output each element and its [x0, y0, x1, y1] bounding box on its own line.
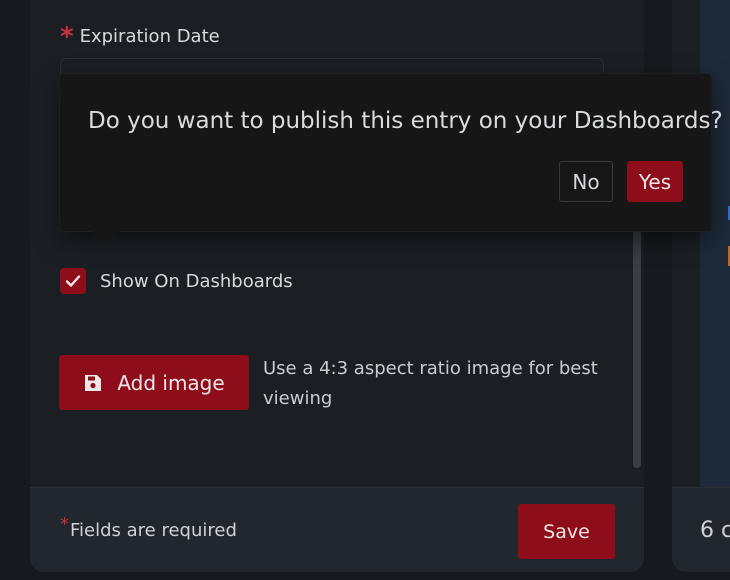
show-on-dashboards-checkbox[interactable]: [60, 268, 86, 294]
popover-arrow: [91, 231, 119, 244]
save-button[interactable]: Save: [518, 504, 615, 559]
expiration-date-label: Expiration Date: [79, 26, 220, 47]
show-on-dashboards-row[interactable]: Show On Dashboards: [60, 268, 293, 294]
add-image-button[interactable]: Add image: [59, 355, 249, 410]
form-scrollbar[interactable]: [633, 210, 641, 468]
asterisk-icon: *: [60, 514, 69, 535]
publish-confirm-message: Do you want to publish this entry on you…: [88, 108, 723, 134]
check-icon: [65, 275, 81, 287]
yes-button[interactable]: Yes: [627, 161, 683, 202]
form-footer: *Fields are required Save: [30, 487, 644, 572]
floppy-disk-icon: [85, 374, 102, 391]
adjacent-footer-text: 6 c: [700, 518, 730, 543]
required-fields-text: Fields are required: [70, 520, 237, 541]
image-hint-text: Use a 4:3 aspect ratio image for best vi…: [263, 358, 598, 409]
required-fields-note: *Fields are required: [60, 514, 237, 541]
publish-confirm-popover: Do you want to publish this entry on you…: [60, 74, 723, 244]
expiration-date-label-row: * Expiration Date: [60, 21, 220, 52]
add-image-label: Add image: [117, 370, 225, 395]
asterisk-icon: *: [60, 21, 74, 52]
adjacent-card-footer: 6 c: [672, 487, 730, 572]
no-button[interactable]: No: [559, 161, 613, 202]
show-on-dashboards-label: Show On Dashboards: [100, 270, 293, 292]
